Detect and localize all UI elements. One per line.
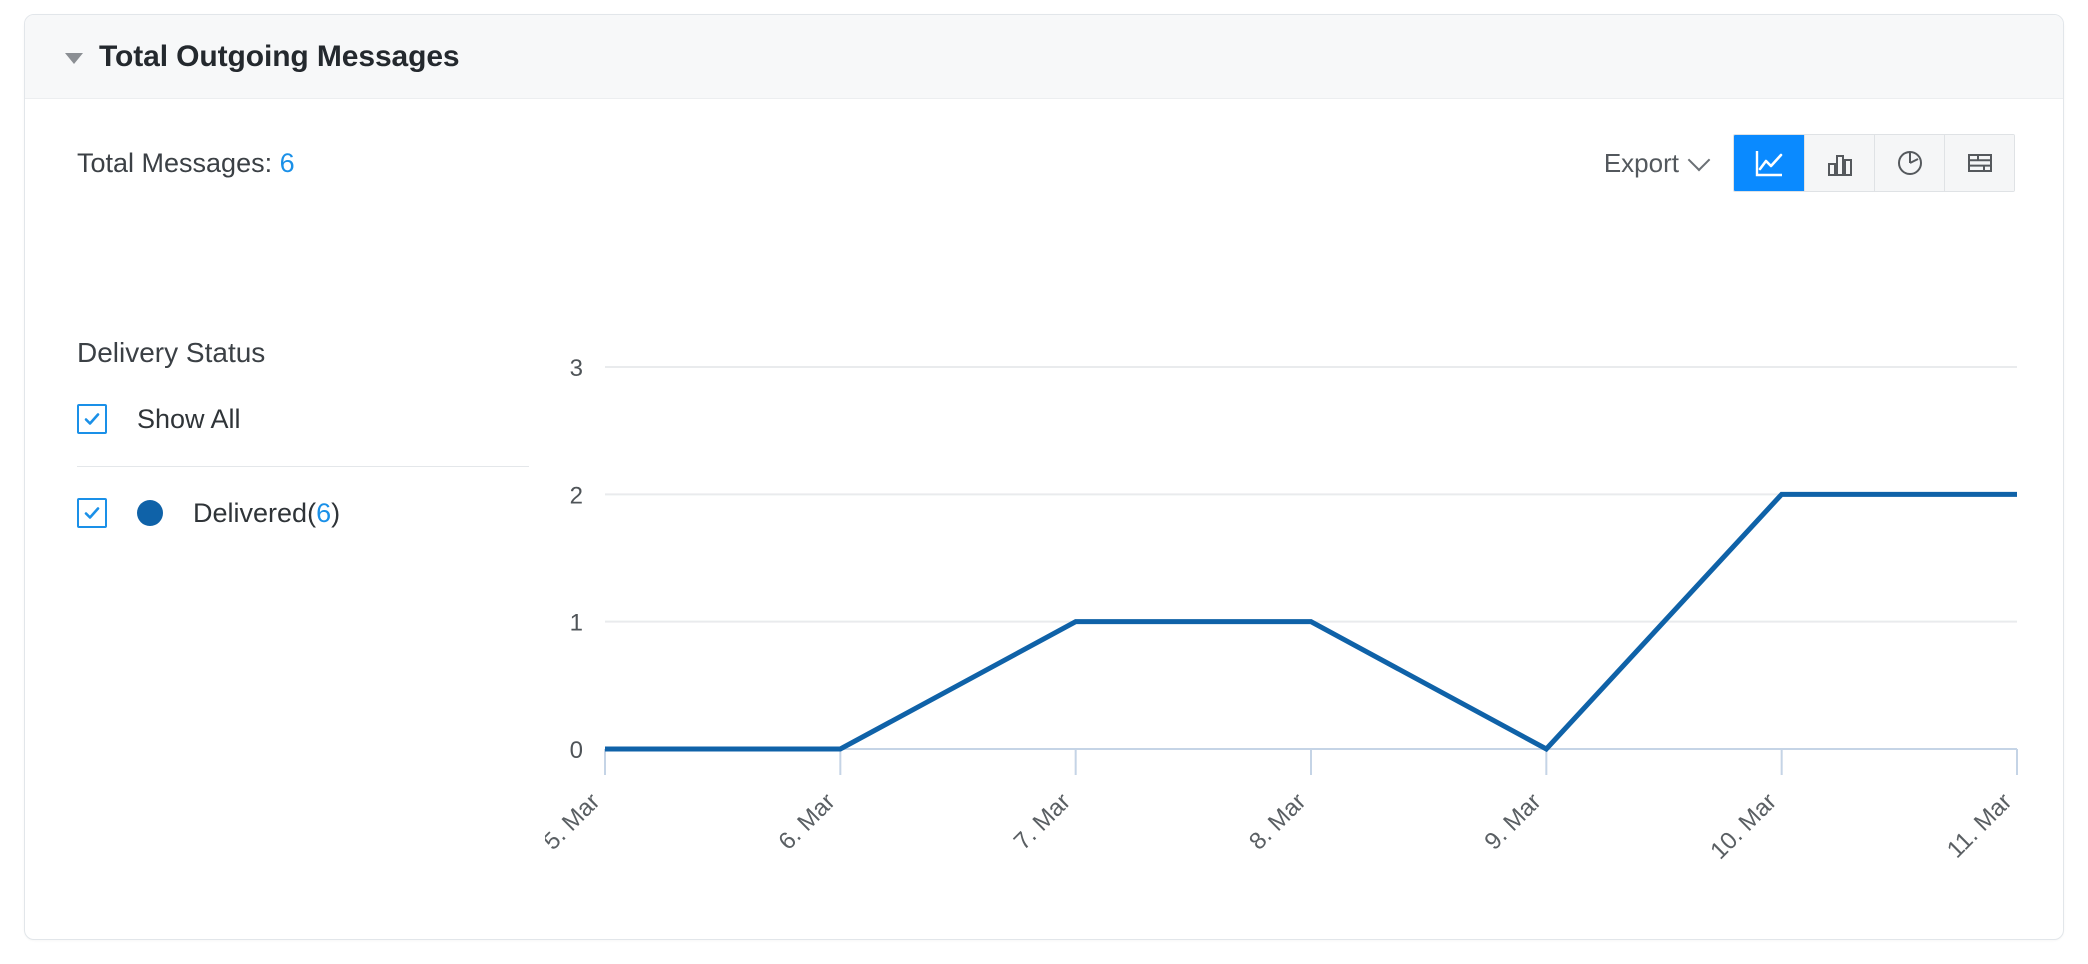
legend-divider xyxy=(77,466,529,467)
x-axis-tick-label: 8. Mar xyxy=(1244,788,1311,855)
show-all-label: Show All xyxy=(137,403,241,434)
chart-type-line-button[interactable] xyxy=(1734,135,1804,191)
chevron-down-icon xyxy=(1687,148,1711,171)
legend-item-delivered[interactable]: Delivered(6) xyxy=(77,493,529,533)
x-axis-tick-label: 10. Mar xyxy=(1705,788,1782,865)
caret-down-icon[interactable] xyxy=(65,52,83,64)
line-chart: 0 1 2 3 5. Mar 6. Mar 7. Mar 8. Mar 9. Mar 10. Ma… xyxy=(545,349,2025,909)
page-title: Total Outgoing Messages xyxy=(99,39,460,73)
x-axis-tick-label: 5. Mar xyxy=(545,788,605,855)
delivered-name: Delivered xyxy=(193,497,308,528)
x-axis-tick-label: 9. Mar xyxy=(1479,788,1546,855)
show-all-checkbox[interactable] xyxy=(77,404,107,434)
delivered-close-paren: ) xyxy=(331,497,341,528)
outgoing-messages-card: Total Outgoing Messages Total Messages: … xyxy=(24,14,2064,940)
table-icon xyxy=(1963,146,1997,180)
chart-type-bar-button[interactable] xyxy=(1804,135,1874,191)
chart-canvas[interactable]: 0 1 2 3 5. Mar 6. Mar 7. Mar 8. Mar 9. Mar 10. Ma… xyxy=(545,349,2025,909)
pie-chart-icon xyxy=(1893,146,1927,180)
chart-type-pie-button[interactable] xyxy=(1874,135,1944,191)
delivered-count: 6 xyxy=(316,497,332,528)
y-axis-tick-label: 2 xyxy=(570,482,583,509)
chart-type-switcher xyxy=(1733,134,2015,192)
delivered-color-swatch xyxy=(137,500,163,526)
x-axis-tick-label: 7. Mar xyxy=(1009,788,1076,855)
total-messages-value: 6 xyxy=(279,147,295,178)
total-messages-summary: Total Messages: 6 xyxy=(77,148,295,179)
toolbar: Total Messages: 6 Export xyxy=(25,134,2063,192)
bar-chart-icon xyxy=(1823,146,1857,180)
screen-root: Total Outgoing Messages Total Messages: … xyxy=(0,0,2088,964)
total-messages-label: Total Messages: xyxy=(77,147,273,178)
legend-item-show-all[interactable]: Show All xyxy=(77,399,529,439)
y-axis-tick-label: 3 xyxy=(570,355,583,382)
export-button-label: Export xyxy=(1603,147,1679,178)
toolbar-right-group: Export xyxy=(1604,134,2015,192)
chart-type-table-button[interactable] xyxy=(1944,135,2014,191)
y-axis-tick-label: 0 xyxy=(570,737,583,764)
card-header: Total Outgoing Messages xyxy=(25,15,2063,99)
x-axis-tick-label: 11. Mar xyxy=(1942,788,2017,863)
line-chart-icon xyxy=(1752,146,1786,180)
delivered-open-paren: ( xyxy=(307,497,317,528)
delivery-status-heading: Delivery Status xyxy=(77,337,266,368)
x-axis-tick-label: 6. Mar xyxy=(773,788,840,855)
card-body: Total Messages: 6 Export Delivery Status… xyxy=(25,99,2063,939)
delivered-checkbox[interactable] xyxy=(77,498,107,528)
delivery-status-panel: Delivery Status Show All Delivered(6) xyxy=(77,337,529,533)
y-axis-tick-label: 1 xyxy=(570,610,583,637)
export-button[interactable]: Export xyxy=(1603,147,1711,179)
delivered-label: Delivered(6) xyxy=(193,498,340,529)
